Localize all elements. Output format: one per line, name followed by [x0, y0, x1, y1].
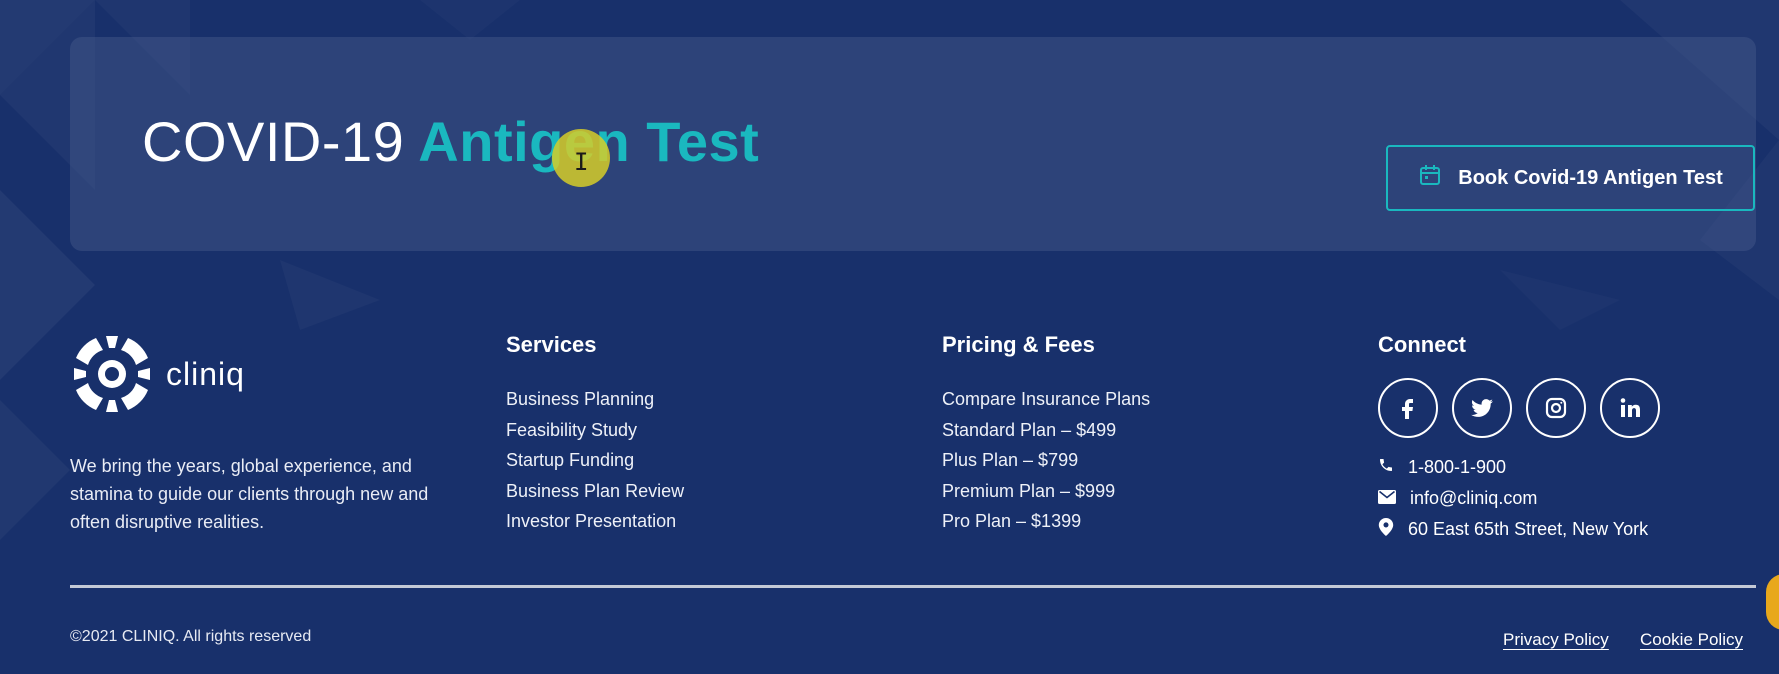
text-cursor-icon: I: [574, 148, 589, 176]
pricing-column: Pricing & Fees Compare Insurance Plans S…: [942, 332, 1150, 537]
pricing-link[interactable]: Plus Plan – $799: [942, 445, 1150, 476]
contact-info: 1-800-1-900 info@cliniq.com 60 East 65th…: [1378, 452, 1660, 545]
cookie-policy-link[interactable]: Cookie Policy: [1640, 630, 1743, 650]
services-link[interactable]: Business Planning: [506, 384, 684, 415]
envelope-icon: [1378, 488, 1396, 509]
street-address: 60 East 65th Street, New York: [1408, 519, 1649, 539]
services-column: Services Business Planning Feasibility S…: [506, 332, 684, 537]
phone-icon: [1378, 457, 1394, 478]
email-address: info@cliniq.com: [1410, 488, 1538, 508]
services-link[interactable]: Feasibility Study: [506, 415, 684, 446]
location-pin-icon: [1378, 518, 1394, 541]
cta-title: COVID-19 Antigen Test: [142, 109, 759, 174]
copyright-text: ©2021 CLINIQ. All rights reserved: [70, 628, 312, 645]
privacy-policy-link[interactable]: Privacy Policy: [1503, 630, 1609, 650]
instagram-icon[interactable]: [1526, 378, 1586, 438]
brand-description: We bring the years, global experience, a…: [70, 456, 429, 532]
cta-banner: COVID-19 Antigen Test Book Covid-19 Antig…: [70, 37, 1756, 251]
social-links: [1378, 378, 1660, 438]
pricing-link[interactable]: Standard Plan – $499: [942, 415, 1150, 446]
pricing-link[interactable]: Compare Insurance Plans: [942, 384, 1150, 415]
linkedin-icon[interactable]: [1600, 378, 1660, 438]
twitter-icon[interactable]: [1452, 378, 1512, 438]
book-covid-test-button[interactable]: Book Covid-19 Antigen Test: [1386, 145, 1755, 211]
cta-title-prefix: COVID-19: [142, 110, 405, 173]
phone-number: 1-800-1-900: [1408, 457, 1507, 477]
phone-row[interactable]: 1-800-1-900: [1378, 452, 1660, 483]
floating-widget-tab[interactable]: [1766, 574, 1779, 630]
connect-title: Connect: [1378, 332, 1466, 357]
footer-divider: [70, 585, 1756, 588]
calendar-icon: [1418, 163, 1442, 193]
pricing-link[interactable]: Premium Plan – $999: [942, 476, 1150, 507]
pricing-link[interactable]: Pro Plan – $1399: [942, 506, 1150, 537]
connect-column: Connect 1-800-1-900 info@cliniq.com 60 E…: [1378, 332, 1660, 545]
services-link[interactable]: Startup Funding: [506, 445, 684, 476]
pricing-title: Pricing & Fees: [942, 332, 1095, 357]
address-row: 60 East 65th Street, New York: [1378, 514, 1660, 545]
services-link[interactable]: Business Plan Review: [506, 476, 684, 507]
book-button-label: Book Covid-19 Antigen Test: [1458, 166, 1723, 189]
facebook-icon[interactable]: [1378, 378, 1438, 438]
services-title: Services: [506, 332, 597, 357]
brand-name: cliniq: [166, 356, 245, 392]
cliniq-logo-icon: [70, 332, 154, 416]
email-row[interactable]: info@cliniq.com: [1378, 483, 1660, 514]
services-link[interactable]: Investor Presentation: [506, 506, 684, 537]
